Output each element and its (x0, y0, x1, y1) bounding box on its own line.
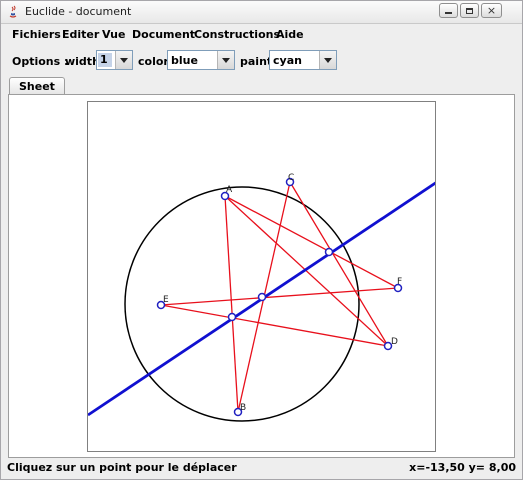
color-dropdown-button[interactable] (217, 51, 234, 69)
tab-sheet-1[interactable]: Sheet 1 (9, 77, 65, 106)
menu-editer[interactable]: Editer (62, 28, 99, 41)
color-select[interactable]: blue (167, 50, 235, 70)
options-label: Options : (12, 55, 69, 68)
width-dropdown-button[interactable] (115, 51, 132, 69)
minimize-button[interactable] (439, 3, 458, 18)
menu-fichiers[interactable]: Fichiers (12, 28, 61, 41)
sheet-panel: A B C D E F (8, 94, 515, 458)
chevron-down-icon (222, 57, 230, 63)
paint-select[interactable]: cyan (269, 50, 337, 70)
tab-strip: Sheet 1 (1, 77, 522, 106)
width-select[interactable]: 1 (96, 50, 133, 70)
intersection-point-3[interactable] (227, 312, 237, 322)
segment-e-d[interactable] (160, 304, 389, 347)
close-button[interactable]: × (481, 3, 502, 18)
menu-aide[interactable]: Aide (276, 28, 304, 41)
cursor-coordinates: x=-13,50 y= 8,00 (409, 461, 516, 474)
maximize-button[interactable] (460, 3, 479, 18)
geometry-figure[interactable]: A B C D E F (88, 102, 435, 451)
point-label-b: B (240, 403, 246, 413)
chevron-down-icon (120, 57, 128, 63)
color-select-value: blue (171, 54, 198, 67)
width-select-value: 1 (98, 53, 112, 67)
window-title: Euclide - document (25, 5, 132, 18)
point-label-a: A (226, 185, 233, 195)
menu-constructions[interactable]: Constructions (194, 28, 280, 41)
paint-select-value: cyan (273, 54, 302, 67)
segment-c-d[interactable] (289, 181, 389, 347)
paint-dropdown-button[interactable] (319, 51, 336, 69)
close-icon: × (486, 4, 497, 17)
status-bar: Cliquez sur un point pour le déplacer x=… (1, 459, 522, 479)
drawing-canvas[interactable]: A B C D E F (87, 101, 436, 452)
menu-vue[interactable]: Vue (102, 28, 125, 41)
point-label-f: F (397, 277, 402, 287)
status-message: Cliquez sur un point pour le déplacer (7, 461, 237, 474)
color-label: color (138, 55, 169, 68)
point-label-d: D (391, 337, 398, 347)
width-label: width (65, 55, 100, 68)
menu-bar: Fichiers Editer Vue Document Constructio… (1, 24, 522, 44)
menu-document[interactable]: Document (132, 28, 195, 41)
intersection-point-2[interactable] (257, 292, 267, 302)
title-bar[interactable]: Euclide - document × (1, 1, 522, 24)
java-app-icon (9, 5, 17, 18)
point-label-e: E (163, 295, 169, 305)
chevron-down-icon (324, 57, 332, 63)
segment-a-b[interactable] (224, 195, 239, 413)
maximize-icon (466, 7, 473, 14)
minimize-icon (445, 12, 452, 14)
point-label-c: C (288, 173, 294, 183)
options-toolbar: Options : width 1 color blue paint cyan (1, 45, 522, 75)
paint-label: paint (240, 55, 273, 68)
intersection-point-1[interactable] (324, 247, 334, 257)
segment-a-d[interactable] (224, 195, 389, 347)
app-window: Euclide - document × Fichiers Editer Vue… (0, 0, 523, 480)
